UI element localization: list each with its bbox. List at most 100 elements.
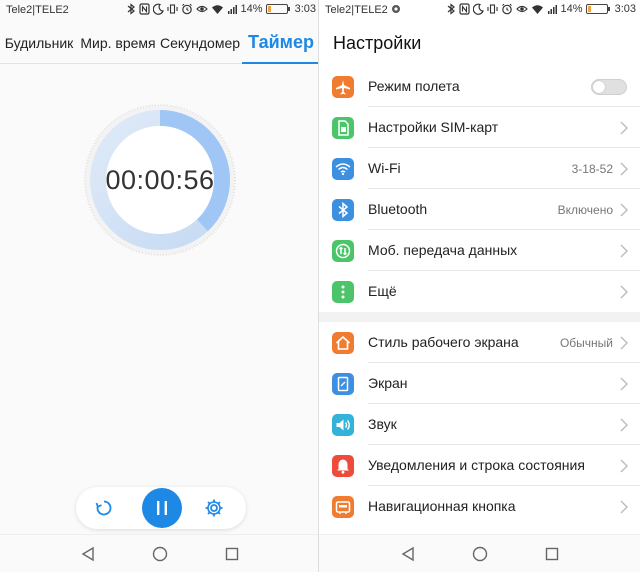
home-circle-icon	[152, 546, 168, 561]
settings-group-device: Стиль рабочего экрана Обычный Экран Звук	[319, 322, 640, 527]
nav-key-icon	[332, 496, 354, 518]
airplane-mode-toggle[interactable]	[591, 79, 627, 95]
battery-icon	[265, 4, 290, 14]
chevron-right-icon	[620, 244, 628, 258]
back-triangle-icon	[81, 546, 94, 561]
chevron-right-icon	[620, 418, 628, 432]
home-circle-icon	[472, 546, 487, 561]
timer-remaining-time: 00:00:56	[105, 164, 215, 195]
tab-world-clock[interactable]: Мир. время	[78, 24, 158, 63]
nfc-icon	[138, 3, 150, 15]
nfc-icon	[458, 3, 470, 15]
clock-app: Tele2|TELE2 14% 3:03 Будильник Мир. врем…	[0, 0, 320, 572]
sync-icon	[391, 5, 400, 13]
signal-icon	[227, 4, 237, 14]
do-not-disturb-moon-icon	[152, 3, 164, 15]
setting-airplane-mode[interactable]: Режим полета	[319, 66, 640, 107]
setting-more[interactable]: Ещё	[319, 271, 640, 312]
alarm-icon	[501, 3, 512, 15]
wifi-status-icon	[531, 4, 543, 14]
eye-comfort-icon	[195, 5, 208, 13]
back-button[interactable]	[78, 544, 98, 564]
settings-list: Режим полета Настройки SIM-карт Wi-Fi 3-	[319, 66, 640, 527]
mobile-data-icon	[332, 240, 354, 262]
setting-label: Режим полета	[368, 78, 460, 94]
setting-value: Обычный	[559, 336, 613, 350]
setting-label: Навигационная кнопка	[368, 498, 516, 514]
setting-mobile-data[interactable]: Моб. передача данных	[319, 230, 640, 271]
chevron-right-icon	[620, 285, 628, 299]
setting-wifi[interactable]: Wi-Fi 3-18-52	[319, 148, 640, 189]
carrier-name: Tele2|TELE2	[325, 4, 401, 16]
setting-navigation-key[interactable]: Навигационная кнопка	[319, 486, 640, 527]
clock-time: 3:03	[614, 3, 636, 15]
status-bar: Tele2|TELE2 14% 3:03	[0, 0, 320, 22]
setting-bluetooth[interactable]: Bluetooth Включено	[319, 189, 640, 230]
bluetooth-status-icon	[127, 3, 135, 15]
setting-home-screen-style[interactable]: Стиль рабочего экрана Обычный	[319, 322, 640, 363]
navigation-bar	[0, 534, 320, 572]
reset-button[interactable]	[92, 496, 116, 520]
chevron-right-icon	[620, 121, 628, 135]
tab-stopwatch[interactable]: Секундомер	[158, 24, 242, 63]
back-button[interactable]	[398, 544, 418, 564]
reset-icon	[95, 500, 112, 516]
setting-label: Моб. передача данных	[368, 242, 518, 258]
timer-settings-button[interactable]	[202, 496, 226, 520]
setting-label: Ещё	[368, 283, 397, 299]
home-style-icon	[332, 332, 354, 354]
navigation-bar	[319, 534, 640, 572]
sound-icon	[332, 414, 354, 436]
chevron-right-icon	[620, 162, 628, 176]
status-bar: Tele2|TELE2 14% 3:03	[319, 0, 640, 22]
chevron-right-icon	[620, 203, 628, 217]
setting-sim-cards[interactable]: Настройки SIM-карт	[319, 107, 640, 148]
tab-timer[interactable]: Таймер	[242, 24, 320, 64]
system-icons: 14% 3:03	[446, 3, 636, 15]
recents-button[interactable]	[222, 544, 242, 564]
recents-square-icon	[225, 547, 239, 560]
setting-display[interactable]: Экран	[319, 363, 640, 404]
setting-label: Экран	[368, 375, 408, 391]
carrier-name: Tele2|TELE2	[6, 4, 69, 16]
setting-notifications[interactable]: Уведомления и строка состояния	[319, 445, 640, 486]
setting-sound[interactable]: Звук	[319, 404, 640, 445]
setting-value: Включено	[557, 203, 613, 217]
settings-group-connections: Режим полета Настройки SIM-карт Wi-Fi 3-	[319, 66, 640, 312]
vibrate-icon	[166, 4, 178, 14]
setting-label: Wi-Fi	[368, 160, 401, 176]
wifi-status-icon	[211, 4, 223, 14]
notification-icon	[332, 455, 354, 477]
eye-comfort-icon	[515, 5, 528, 13]
bluetooth-icon	[332, 199, 354, 221]
recents-button[interactable]	[542, 544, 562, 564]
bluetooth-status-icon	[447, 3, 455, 15]
home-button[interactable]	[150, 544, 170, 564]
alarm-icon	[181, 3, 192, 15]
pause-icon	[157, 501, 167, 515]
pause-button[interactable]	[142, 488, 182, 528]
battery-percent: 14%	[560, 3, 583, 15]
chevron-right-icon	[620, 336, 628, 350]
home-button[interactable]	[470, 544, 490, 564]
chevron-right-icon	[620, 459, 628, 473]
tab-alarm[interactable]: Будильник	[0, 24, 78, 63]
setting-label: Звук	[368, 416, 397, 432]
setting-label: Уведомления и строка состояния	[368, 457, 585, 473]
clock-time: 3:03	[294, 3, 316, 15]
timer-dial: 00:00:56	[82, 102, 238, 258]
back-triangle-icon	[401, 546, 414, 561]
do-not-disturb-moon-icon	[472, 3, 484, 15]
airplane-icon	[332, 76, 354, 98]
gear-icon	[205, 499, 223, 517]
chevron-right-icon	[620, 377, 628, 391]
setting-label: Настройки SIM-карт	[368, 119, 499, 135]
signal-icon	[547, 4, 557, 14]
sim-icon	[332, 117, 354, 139]
timer-controls	[76, 487, 246, 529]
chevron-right-icon	[620, 500, 628, 514]
setting-label: Стиль рабочего экрана	[368, 334, 519, 350]
vibrate-icon	[486, 4, 498, 14]
system-icons: 14% 3:03	[126, 3, 316, 15]
settings-app: Tele2|TELE2 14% 3:03 Настройки Режим пол…	[318, 0, 640, 572]
